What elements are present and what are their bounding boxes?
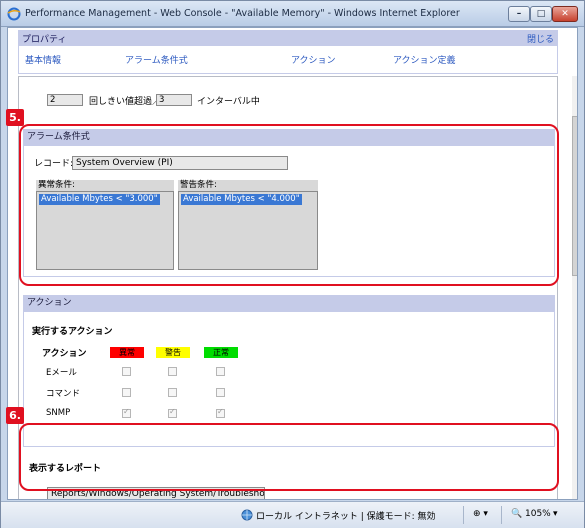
internet-explorer-icon — [7, 7, 21, 21]
interval-count-input[interactable]: 3 — [156, 94, 192, 106]
zoom-icon[interactable]: 🔍 — [511, 509, 522, 519]
callout-number-6: 6. — [6, 407, 24, 424]
callout-number-5: 5. — [6, 109, 24, 126]
email-warning-checkbox[interactable] — [168, 367, 177, 376]
security-zone-text: ローカル イントラネット | 保護モード: 無効 — [256, 512, 436, 522]
tab-alarm-condition[interactable]: アラーム条件式 — [125, 53, 188, 66]
email-abnormal-checkbox[interactable] — [122, 367, 131, 376]
status-abnormal-header: 異常 — [110, 347, 144, 358]
snmp-normal-checkbox[interactable] — [216, 407, 225, 418]
email-normal-checkbox[interactable] — [216, 367, 225, 376]
properties-tabs: 基本情報 アラーム条件式 アクション アクション定義 — [18, 46, 558, 74]
properties-title: プロパティ — [22, 35, 67, 45]
command-warning-checkbox[interactable] — [168, 388, 177, 397]
close-window-button[interactable]: ✕ — [552, 6, 578, 22]
callout-box-5 — [19, 124, 559, 286]
status-separator — [463, 506, 464, 524]
scrollbar-thumb[interactable] — [572, 116, 577, 276]
status-separator — [501, 506, 502, 524]
zoom-level[interactable]: 105% — [525, 509, 551, 519]
browser-window: Performance Management - Web Console - "… — [0, 0, 585, 528]
protected-mode-icon[interactable]: ⊕ ▾ — [473, 509, 488, 519]
command-abnormal-checkbox[interactable] — [122, 388, 131, 397]
minimize-button[interactable]: – — [508, 6, 530, 22]
action-snmp-label: SNMP — [46, 408, 71, 418]
tab-action[interactable]: アクション — [291, 53, 336, 66]
tab-basic-info[interactable]: 基本情報 — [25, 53, 61, 66]
status-normal-header: 正常 — [204, 347, 238, 358]
close-properties-link[interactable]: 閉じる — [527, 32, 554, 45]
threshold-text-2: インターバル中 — [197, 97, 260, 107]
threshold-count-input[interactable]: 2 — [47, 94, 83, 106]
action-column-header: アクション — [42, 349, 87, 359]
action-command-label: コマンド — [46, 389, 81, 399]
command-normal-checkbox[interactable] — [216, 388, 225, 397]
properties-header: プロパティ 閉じる — [18, 30, 558, 46]
execute-action-title: 実行するアクション — [32, 327, 113, 337]
maximize-button[interactable]: □ — [530, 6, 552, 22]
vertical-scrollbar[interactable] — [572, 76, 577, 499]
callout-box-6 — [19, 423, 559, 491]
action-section-title: アクション — [23, 295, 555, 311]
window-title: Performance Management - Web Console - "… — [25, 8, 460, 19]
zoom-dropdown-icon[interactable]: ▾ — [553, 509, 558, 519]
tab-action-definition[interactable]: アクション定義 — [393, 53, 456, 66]
action-email-label: Eメール — [46, 368, 77, 378]
title-bar: Performance Management - Web Console - "… — [1, 1, 584, 27]
status-bar: ローカル イントラネット | 保護モード: 無効 ⊕ ▾ 🔍 105% ▾ — [1, 501, 584, 528]
threshold-text-1: 回しきい値超過／ — [89, 97, 162, 107]
status-warning-header: 警告 — [156, 347, 190, 358]
snmp-abnormal-checkbox[interactable] — [122, 407, 131, 418]
snmp-warning-checkbox[interactable] — [168, 407, 177, 418]
globe-icon — [241, 509, 253, 521]
